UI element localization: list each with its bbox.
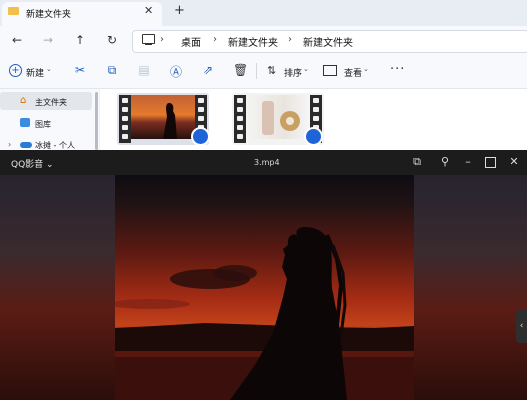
video-frame[interactable] [115, 175, 414, 400]
close-icon[interactable]: ✕ [507, 155, 521, 168]
breadcrumb-current-folder[interactable]: 新建文件夹 [303, 34, 353, 49]
sidebar-item-gallery[interactable]: 图库 [35, 119, 51, 130]
gallery-icon [20, 118, 30, 127]
sort-icon[interactable]: ⇅ [267, 64, 276, 77]
folder-icon [8, 7, 19, 15]
sidebar-item-label[interactable]: 主文件夹 [35, 97, 67, 108]
minimize-icon[interactable]: – [461, 155, 475, 168]
video-preview [131, 95, 195, 139]
up-arrow-icon[interactable]: ↑ [72, 33, 88, 47]
side-panel-toggle[interactable]: ‹ [516, 309, 527, 343]
qq-player-badge-icon [304, 127, 323, 146]
tab-close-icon[interactable]: ✕ [144, 4, 153, 17]
pip-icon[interactable]: ⧉ [410, 155, 424, 169]
breadcrumb-separator: › [213, 34, 217, 45]
computer-icon[interactable] [142, 34, 155, 44]
chevron-down-icon[interactable]: ⌄ [363, 65, 369, 73]
chevron-down-icon[interactable]: ⌄ [46, 65, 52, 73]
forward-arrow-icon[interactable]: → [40, 33, 56, 47]
back-arrow-icon[interactable]: ← [9, 33, 25, 47]
film-strip-icon [119, 95, 131, 143]
breadcrumb-separator: › [160, 34, 164, 45]
share-icon[interactable]: ⇗ [201, 63, 215, 77]
sidebar-scrollbar[interactable] [95, 92, 98, 150]
view-button[interactable]: 查看 [344, 66, 362, 79]
video-scene [115, 227, 414, 400]
toolbar-divider [256, 63, 257, 79]
tab-title: 新建文件夹 [26, 10, 72, 20]
cut-icon[interactable]: ✂ [73, 63, 87, 77]
player-app-name[interactable]: QQ影音 [11, 160, 43, 170]
chevron-right-icon[interactable]: › [8, 140, 11, 149]
chevron-down-icon[interactable]: ⌄ [43, 160, 54, 170]
qq-player-badge-icon [191, 127, 210, 146]
onedrive-icon [20, 142, 32, 148]
breadcrumb-folder[interactable]: 新建文件夹 [228, 34, 278, 49]
video-preview [246, 95, 310, 139]
player-app-menu[interactable]: QQ影音 ⌄ [11, 157, 54, 170]
video-file-thumbnail[interactable] [117, 93, 210, 146]
player-file-name: 3.mp4 [254, 158, 280, 167]
new-tab-button[interactable]: + [174, 3, 185, 18]
film-strip-icon [234, 95, 246, 143]
rename-icon[interactable]: Ⓐ [169, 63, 183, 80]
more-options-icon[interactable]: ··· [390, 62, 405, 77]
maximize-icon[interactable] [485, 157, 496, 168]
sort-button[interactable]: 排序 [284, 66, 302, 79]
chevron-left-icon[interactable]: ‹ [520, 321, 524, 331]
chevron-down-icon[interactable]: ⌄ [303, 65, 309, 73]
new-plus-icon[interactable]: + [9, 64, 22, 77]
paste-icon[interactable]: ▤ [137, 63, 151, 77]
video-file-thumbnail[interactable] [232, 93, 324, 146]
new-button[interactable]: 新建 [26, 66, 44, 79]
home-icon: ⌂ [20, 95, 27, 106]
view-icon[interactable] [323, 65, 337, 76]
copy-icon[interactable]: ⧉ [105, 63, 119, 78]
breadcrumb-separator: › [288, 34, 292, 45]
delete-icon[interactable]: 🗑 [233, 63, 248, 77]
breadcrumb-desktop[interactable]: 桌面 [181, 34, 201, 49]
refresh-icon[interactable]: ↻ [104, 33, 120, 47]
pin-icon[interactable]: ⚲ [438, 155, 452, 168]
computer-icon-stand [145, 44, 152, 45]
